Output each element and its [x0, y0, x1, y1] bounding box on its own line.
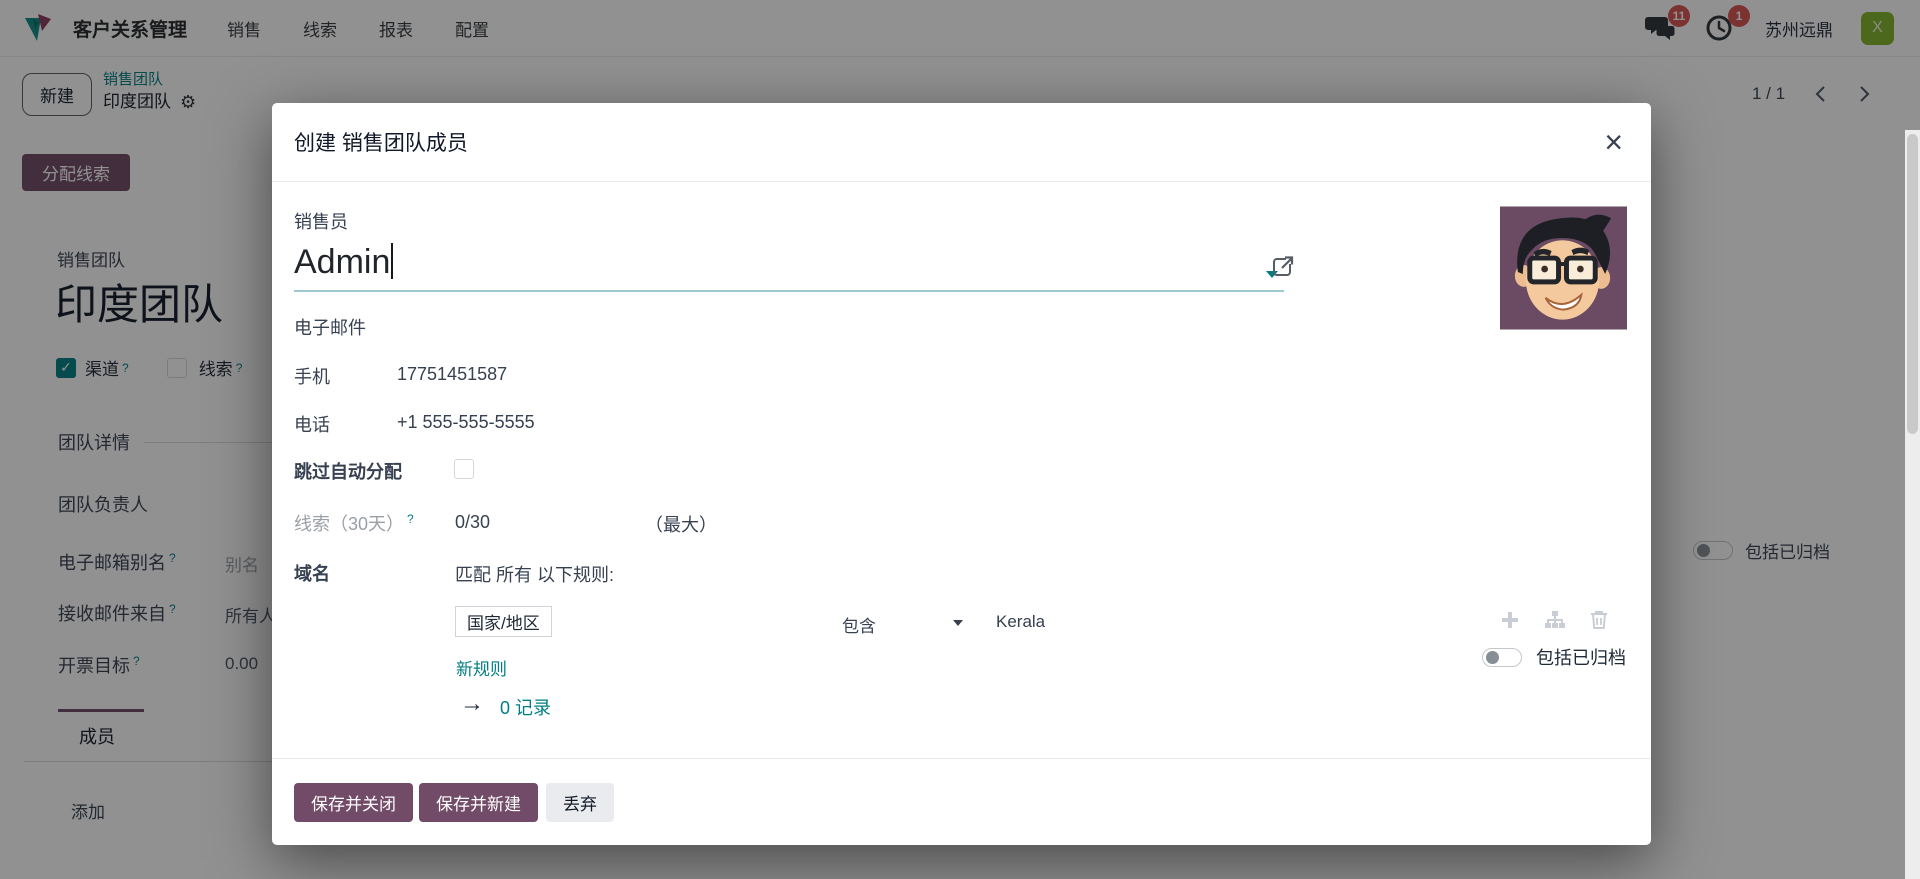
- help-icon: ?: [407, 512, 414, 526]
- rule-row-actions: [1500, 610, 1608, 630]
- save-new-button[interactable]: 保存并新建: [419, 783, 538, 822]
- dialog-body: 销售员 Admin 电子邮件 手机 17751451587: [272, 182, 1651, 758]
- scrollbar-thumb[interactable]: [1907, 134, 1918, 434]
- mobile-label: 手机: [294, 363, 330, 389]
- records-count-link[interactable]: 0 记录: [500, 694, 551, 720]
- leads-30-label: 线索（30天）?: [294, 510, 414, 536]
- delete-rule-icon[interactable]: [1590, 610, 1608, 630]
- salesperson-value: Admin: [294, 243, 390, 281]
- operator-caret-icon[interactable]: [953, 620, 963, 626]
- save-close-button[interactable]: 保存并关闭: [294, 783, 413, 822]
- modal-include-archived: 包括已归档: [1482, 644, 1626, 670]
- create-team-member-dialog: 创建 销售团队成员 × 销售员 Admin 电: [272, 103, 1651, 845]
- email-label: 电子邮件: [294, 314, 366, 340]
- mobile-value[interactable]: 17751451587: [397, 364, 507, 385]
- dialog-header: 创建 销售团队成员 ×: [272, 103, 1651, 182]
- leads-30-value[interactable]: 0/30: [455, 512, 490, 533]
- close-icon[interactable]: ×: [1604, 126, 1623, 158]
- scrollbar[interactable]: [1905, 130, 1920, 879]
- add-branch-icon[interactable]: [1544, 610, 1566, 630]
- skip-auto-assign-label: 跳过自动分配: [294, 458, 402, 484]
- rule-operator-select[interactable]: 包含: [842, 612, 876, 637]
- new-rule-link[interactable]: 新规则: [456, 655, 507, 680]
- dialog-title: 创建 销售团队成员: [294, 127, 468, 157]
- domain-match-text: 匹配 所有 以下规则:: [455, 561, 614, 587]
- salesperson-input[interactable]: Admin: [294, 224, 1284, 292]
- dialog-footer: 保存并关闭 保存并新建 丢弃: [272, 758, 1651, 845]
- phone-value[interactable]: +1 555-555-5555: [397, 412, 535, 433]
- leads-30-max: （最大）: [645, 511, 717, 537]
- discard-button[interactable]: 丢弃: [546, 783, 614, 822]
- text-cursor: [391, 243, 393, 279]
- rule-field-input[interactable]: 国家/地区: [455, 606, 552, 637]
- include-archived-label: 包括已归档: [1536, 644, 1626, 670]
- external-link-icon[interactable]: [1270, 254, 1296, 280]
- phone-label: 电话: [294, 411, 330, 437]
- rule-value-input[interactable]: Kerala: [996, 612, 1045, 632]
- add-rule-icon[interactable]: [1500, 610, 1520, 630]
- include-archived-toggle[interactable]: [1482, 648, 1522, 667]
- skip-auto-assign-checkbox[interactable]: [454, 459, 474, 479]
- records-arrow-icon: →: [460, 690, 484, 718]
- domain-label: 域名: [294, 560, 330, 586]
- salesperson-avatar: [1500, 206, 1627, 330]
